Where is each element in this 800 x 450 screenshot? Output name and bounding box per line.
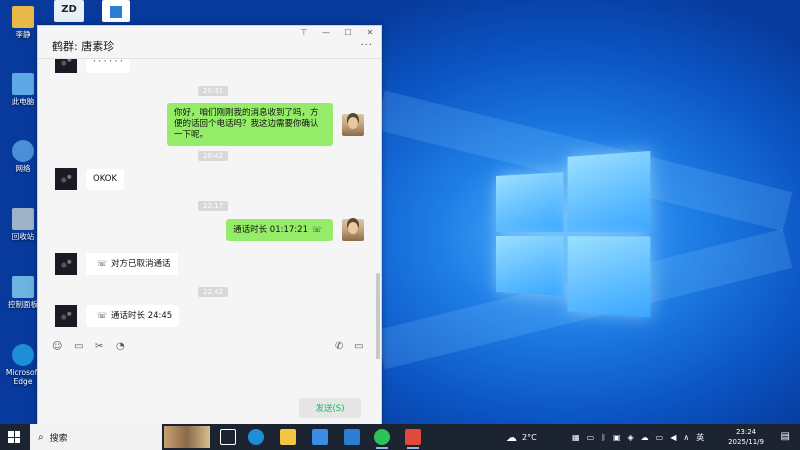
zd-app-icon[interactable]: ZD xyxy=(54,0,84,22)
search-highlight-image xyxy=(164,426,210,448)
pin-button[interactable]: ⊤ xyxy=(299,28,309,37)
message-bubble[interactable]: 你好，咱们刚刚我的消息收到了吗，方便的话回个电话吗？我这边需要你确认一下呢。 xyxy=(167,103,333,146)
clock-date: 2025/11/9 xyxy=(728,438,764,446)
tray-icon[interactable]: ◈ xyxy=(628,433,634,442)
weather-temp: 2°C xyxy=(522,432,537,442)
app-shortcut-icon[interactable] xyxy=(102,0,130,22)
window-controls: ⊤ — ☐ ✕ xyxy=(299,28,375,37)
maximize-button[interactable]: ☐ xyxy=(343,28,353,37)
edge-icon[interactable] xyxy=(248,429,264,445)
message-bubble[interactable]: OKOK xyxy=(86,168,125,190)
message-bubble[interactable]: · · · · · · xyxy=(86,59,130,73)
call-duration: 通话时长 01:17:21 xyxy=(233,225,308,235)
cloud-icon[interactable]: ☁ xyxy=(641,433,649,442)
file-icon[interactable]: ▭ xyxy=(74,341,83,352)
timestamp: 22:42 xyxy=(198,287,229,297)
computer-icon xyxy=(12,73,34,95)
store-icon[interactable] xyxy=(312,429,328,445)
voice-call-icon[interactable]: ✆ xyxy=(335,341,343,352)
timestamp: 22:17 xyxy=(198,201,229,211)
video-call-icon[interactable]: ▭ xyxy=(354,341,363,352)
message-list[interactable]: · · · · · · 20:31 你好，咱们刚刚我的消息收到了吗，方便的话回个… xyxy=(38,59,383,359)
close-button[interactable]: ✕ xyxy=(365,28,375,37)
weather-widget[interactable]: ☁ 2°C xyxy=(506,424,537,450)
taskbar: ⌕ 搜索 ☁ 2°C ▦ ▭ ᛒ ▣ ◈ ☁ ▭ ◀ ∧ 英 23:24 202… xyxy=(0,424,800,450)
call-status: 对方已取消通话 xyxy=(111,259,171,269)
network-icon[interactable]: ▭ xyxy=(656,433,664,442)
avatar[interactable] xyxy=(55,59,77,73)
task-view-icon[interactable] xyxy=(220,429,236,445)
message-incoming: ☏ 对方已取消通话 xyxy=(55,253,178,275)
message-incoming: · · · · · · xyxy=(55,59,130,73)
control-panel-icon xyxy=(12,276,34,298)
call-bubble[interactable]: 通话时长 01:17:21 ☏ xyxy=(226,219,333,241)
weather-icon: ☁ xyxy=(506,430,517,444)
clock[interactable]: 23:24 2025/11/9 xyxy=(728,427,764,447)
call-bubble[interactable]: ☏ 通话时长 24:45 xyxy=(86,305,180,327)
call-bubble[interactable]: ☏ 对方已取消通话 xyxy=(86,253,178,275)
taskbar-search[interactable]: ⌕ 搜索 xyxy=(30,424,162,450)
avatar[interactable] xyxy=(55,305,77,327)
network-icon xyxy=(12,140,34,162)
more-icon[interactable]: ··· xyxy=(360,40,373,51)
notification-icon[interactable]: ▤ xyxy=(781,431,790,442)
chevron-up-icon[interactable]: ∧ xyxy=(683,433,689,442)
avatar[interactable] xyxy=(55,168,77,190)
folder-icon xyxy=(12,6,34,28)
search-icon: ⌕ xyxy=(38,431,44,443)
edge-icon xyxy=(12,344,34,366)
timestamp: 20:42 xyxy=(198,151,229,161)
phone-icon: ☏ xyxy=(97,259,108,268)
message-outgoing: 通话时长 01:17:21 ☏ xyxy=(226,219,364,241)
search-placeholder: 搜索 xyxy=(49,433,68,444)
message-incoming: OKOK xyxy=(55,168,125,190)
recycle-bin-icon xyxy=(12,208,34,230)
mail-icon[interactable] xyxy=(344,429,360,445)
call-duration: 通话时长 24:45 xyxy=(111,311,173,321)
avatar[interactable] xyxy=(342,219,364,241)
tray-icon[interactable]: ▣ xyxy=(613,433,621,442)
file-explorer-icon[interactable] xyxy=(280,429,296,445)
history-icon[interactable]: ◔ xyxy=(116,341,125,352)
phone-icon: ☏ xyxy=(311,225,322,234)
windows-logo-wallpaper xyxy=(496,146,653,320)
app-red-icon[interactable] xyxy=(405,429,421,449)
emoji-icon[interactable]: ☺ xyxy=(52,341,62,352)
tray-icon[interactable]: ▦ xyxy=(572,433,580,442)
bluetooth-icon[interactable]: ᛒ xyxy=(601,433,606,442)
system-tray: ▦ ▭ ᛒ ▣ ◈ ☁ ▭ ◀ ∧ 英 xyxy=(572,424,704,450)
send-button[interactable]: 发送(S) xyxy=(299,398,361,418)
message-outgoing: 你好，咱们刚刚我的消息收到了吗，方便的话回个电话吗？我这边需要你确认一下呢。 xyxy=(167,103,364,146)
chat-title: 鹤群: 唐素珍 xyxy=(52,40,115,53)
message-incoming: ☏ 通话时长 24:45 xyxy=(55,305,180,327)
wechat-icon[interactable] xyxy=(374,429,390,449)
ime-indicator[interactable]: 英 xyxy=(696,432,704,443)
tray-icon[interactable]: ▭ xyxy=(587,433,595,442)
avatar[interactable] xyxy=(55,253,77,275)
chat-window: ⊤ — ☐ ✕ 鹤群: 唐素珍 ··· · · · · · · 20:31 你好… xyxy=(37,25,382,428)
timestamp: 20:31 xyxy=(198,86,229,96)
chat-toolbar: ☺ ▭ ✂ ◔ ✆ ▭ xyxy=(38,341,381,359)
minimize-button[interactable]: — xyxy=(321,28,331,37)
clock-time: 23:24 xyxy=(735,428,757,436)
volume-icon[interactable]: ◀ xyxy=(670,433,676,442)
screenshot-icon[interactable]: ✂ xyxy=(95,341,103,352)
avatar[interactable] xyxy=(342,113,364,136)
start-button[interactable] xyxy=(8,431,20,443)
phone-icon: ☏ xyxy=(97,311,108,320)
